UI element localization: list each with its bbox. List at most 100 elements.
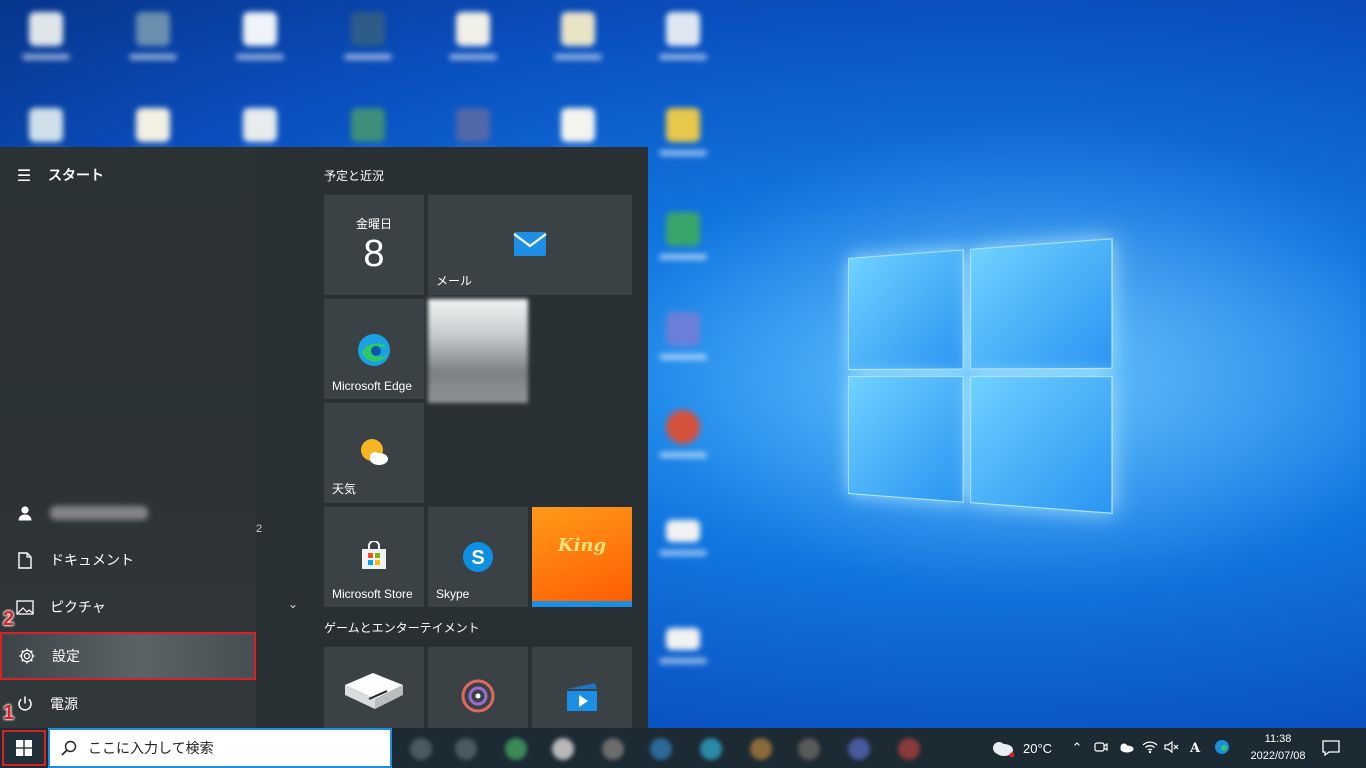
taskbar-app-icon[interactable] <box>848 738 870 760</box>
weather-label: 天気 <box>332 482 357 496</box>
desktop-icon[interactable] <box>340 12 396 72</box>
desktop-icon[interactable] <box>550 12 606 72</box>
clock-date: 2022/07/08 <box>1250 750 1306 762</box>
desktop-icon[interactable] <box>655 520 711 580</box>
taskbar-app-icon[interactable] <box>455 738 477 760</box>
mail-tile[interactable]: メール <box>428 195 632 295</box>
mail-icon <box>428 231 632 257</box>
taskbar-app-icon[interactable] <box>602 738 624 760</box>
clock-time: 11:38 <box>1264 733 1292 745</box>
desktop-icon[interactable] <box>655 628 711 688</box>
calendar-date: 8 <box>363 233 385 275</box>
taskbar-app-icon[interactable] <box>410 738 432 760</box>
desktop-icon[interactable] <box>125 12 181 72</box>
mail-label: メール <box>436 274 473 288</box>
taskbar-app-icon[interactable] <box>750 738 772 760</box>
windows-logo-wallpaper <box>848 238 1113 514</box>
desktop-icon[interactable] <box>655 410 711 470</box>
start-left-rail: ☰ スタート ドキュメント ピクチャ 設定 電源 <box>0 147 256 728</box>
tile-group-title-2[interactable]: ゲームとエンターテイメント <box>324 619 480 636</box>
king-logo: King <box>557 535 607 556</box>
taskbar-app-icon[interactable] <box>505 738 527 760</box>
meet-now-icon[interactable] <box>1094 740 1108 757</box>
rail-settings[interactable]: 設定 <box>0 632 256 680</box>
movies-tv-tile[interactable] <box>532 647 632 728</box>
store-label: Microsoft Store <box>332 587 413 601</box>
gear-icon <box>2 647 52 665</box>
photo-tile-blurred[interactable] <box>428 299 528 403</box>
step-2-marker: 2 <box>3 608 15 630</box>
svg-text:S: S <box>471 547 484 569</box>
edge-label: Microsoft Edge <box>332 379 413 393</box>
skype-label: Skype <box>436 587 470 601</box>
console-icon <box>324 671 424 711</box>
chevron-down-icon[interactable]: ⌄ <box>288 597 298 611</box>
search-icon <box>50 740 88 756</box>
start-button[interactable] <box>2 730 46 766</box>
xbox-tile[interactable] <box>324 647 424 728</box>
ime-indicator[interactable]: A <box>1190 741 1200 756</box>
user-name-blurred <box>50 506 148 520</box>
user-account[interactable] <box>0 490 256 536</box>
system-clock[interactable]: 11:38 2022/07/08 <box>1242 731 1314 765</box>
music-disc-icon <box>428 679 528 713</box>
king-tile-progress <box>532 601 632 607</box>
edge-tray-icon[interactable] <box>1214 739 1230 758</box>
tile-group-title-1[interactable]: 予定と近況 <box>324 167 384 184</box>
rail-pictures[interactable]: ピクチャ <box>0 584 256 630</box>
start-menu: ☰ スタート ドキュメント ピクチャ 設定 電源 2 ⌄ 予定と近況 金曜日 8… <box>0 147 648 728</box>
king-tile[interactable]: King <box>532 507 632 607</box>
taskbar-search-box[interactable]: ここに入力して検索 <box>48 728 392 768</box>
search-placeholder: ここに入力して検索 <box>88 740 214 756</box>
rail-documents[interactable]: ドキュメント <box>0 537 256 583</box>
film-icon <box>532 681 632 713</box>
windows-start-icon <box>16 740 32 756</box>
store-bag-icon <box>324 541 424 571</box>
start-title: スタート <box>48 167 104 183</box>
taskbar-app-icon[interactable] <box>650 738 672 760</box>
desktop-icon[interactable] <box>232 12 288 72</box>
desktop-icon[interactable] <box>655 312 711 372</box>
taskbar-app-icon[interactable] <box>798 738 820 760</box>
store-tile[interactable]: Microsoft Store <box>324 507 424 607</box>
rail-power-label: 電源 <box>50 696 78 712</box>
notification-button[interactable] <box>1322 728 1344 768</box>
tray-icons: ⌃ A <box>1070 728 1230 768</box>
calendar-day: 金曜日 <box>355 217 392 231</box>
hamburger-menu-icon[interactable]: ☰ <box>0 166 48 185</box>
desktop-icon[interactable] <box>655 212 711 272</box>
weather-tray[interactable]: 20°C <box>990 728 1052 768</box>
rail-settings-label: 設定 <box>52 648 80 664</box>
temperature: 20°C <box>1023 740 1053 756</box>
notification-icon <box>1322 740 1340 756</box>
document-icon <box>0 551 50 569</box>
desktop-icon[interactable] <box>655 12 711 72</box>
volume-muted-icon[interactable] <box>1164 740 1180 757</box>
desktop-icon[interactable] <box>18 12 74 72</box>
onedrive-cloud-icon[interactable] <box>1118 741 1134 756</box>
step-1-marker: 1 <box>3 702 15 724</box>
desktop-icon[interactable] <box>655 108 711 168</box>
wifi-icon[interactable] <box>1142 740 1158 757</box>
calendar-tile[interactable]: 金曜日 8 <box>324 195 424 295</box>
rail-power[interactable]: 電源 <box>0 681 256 727</box>
rail-documents-label: ドキュメント <box>50 552 134 568</box>
weather-sun-cloud-icon <box>324 435 424 469</box>
start-header: ☰ スタート <box>0 161 256 189</box>
cloud-icon <box>993 742 1014 757</box>
chevron-up-icon[interactable]: ⌃ <box>1070 740 1084 756</box>
taskbar-app-icon[interactable] <box>898 738 920 760</box>
edge-tile[interactable]: Microsoft Edge <box>324 299 424 399</box>
taskbar-app-icon[interactable] <box>700 738 722 760</box>
user-icon <box>0 505 50 521</box>
app-list-column: 2 <box>256 147 312 728</box>
edge-icon <box>324 333 424 367</box>
skype-icon: S <box>428 539 528 575</box>
app-list-letter[interactable]: 2 <box>256 523 262 535</box>
rail-pictures-label: ピクチャ <box>50 599 106 615</box>
groove-music-tile[interactable] <box>428 647 528 728</box>
taskbar-app-icon[interactable] <box>552 738 574 760</box>
desktop-icon[interactable] <box>445 12 501 72</box>
skype-tile[interactable]: S Skype <box>428 507 528 607</box>
weather-tile[interactable]: 天気 <box>324 403 424 503</box>
